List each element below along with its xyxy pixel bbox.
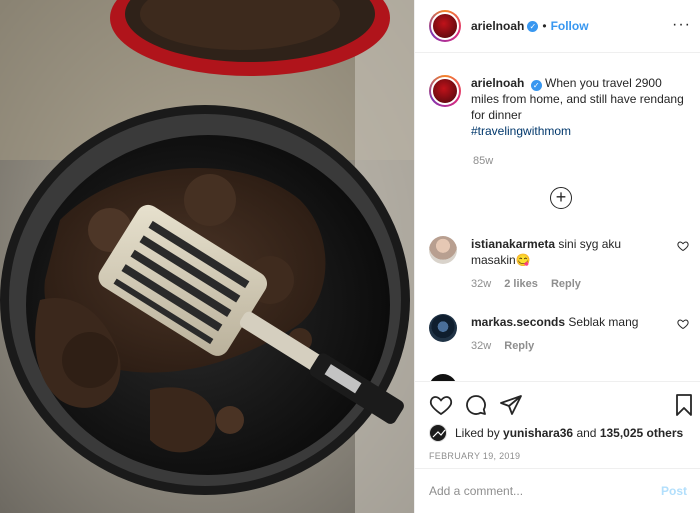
save-bookmark-icon[interactable]	[672, 393, 696, 417]
caption-text-block: arielnoah ✓ When you travel 2900 miles f…	[471, 75, 689, 139]
follow-button[interactable]: Follow	[551, 19, 589, 33]
comment-emoji: 😋	[515, 253, 531, 267]
commenter-username[interactable]: markas.seconds	[471, 315, 565, 329]
share-send-icon[interactable]	[499, 393, 523, 417]
caption-author-avatar[interactable]	[429, 75, 461, 107]
post-actions: Liked by yunishara36 and 135,025 others …	[415, 381, 700, 468]
post-photo[interactable]	[0, 0, 414, 513]
liked-by-prefix: Liked by	[455, 426, 500, 440]
separator-dot: •	[542, 19, 547, 33]
comment-item: markas.seconds Seblak mang 32w Reply	[429, 314, 693, 354]
load-more-comments-icon[interactable]: +	[550, 187, 572, 209]
commenter-avatar[interactable]	[429, 314, 457, 342]
liker-avatar[interactable]	[429, 424, 447, 442]
post-date: FEBRUARY 19, 2019	[429, 451, 521, 461]
more-options-icon[interactable]: ···	[672, 17, 691, 33]
reply-button[interactable]: Reply	[551, 278, 581, 290]
liked-by-and: and	[576, 426, 597, 440]
comment-composer: Post	[415, 468, 700, 513]
comment-text: Seblak mang	[568, 315, 639, 329]
reply-button[interactable]: Reply	[504, 340, 534, 352]
comment-input[interactable]	[429, 484, 661, 498]
author-username[interactable]: arielnoah	[471, 19, 524, 33]
likes-count[interactable]: 135,025 others	[600, 426, 683, 440]
liked-by-user[interactable]: yunishara36	[503, 426, 573, 440]
rendang-pan-image	[0, 0, 414, 513]
author-avatar[interactable]	[429, 10, 461, 42]
commenter-avatar[interactable]	[429, 236, 457, 264]
like-heart-icon[interactable]	[429, 393, 453, 417]
caption-age: 85w	[473, 155, 494, 167]
comment-age: 32w	[471, 278, 492, 290]
comment-age: 32w	[471, 340, 492, 352]
comment-likes[interactable]: 2 likes	[504, 278, 538, 290]
liked-by-row: Liked by yunishara36 and 135,025 others	[429, 424, 683, 442]
post-details-panel: arielnoah ✓ • Follow ··· arielnoah ✓ Whe…	[414, 0, 700, 513]
verified-badge-icon: ✓	[527, 20, 539, 32]
next-comment-avatar-peek	[429, 374, 457, 381]
post-header: arielnoah ✓ • Follow ···	[415, 0, 700, 53]
caption-username[interactable]: arielnoah	[471, 76, 524, 90]
comment-meta: 32w Reply	[471, 338, 661, 354]
comment-bubble-icon[interactable]	[464, 393, 488, 417]
comment-item: istianakarmeta sini syg aku masakin😋 32w…	[429, 236, 693, 292]
comment-meta: 32w 2 likes Reply	[471, 276, 661, 292]
like-comment-heart-icon[interactable]	[677, 240, 689, 252]
post-comment-button[interactable]: Post	[661, 484, 687, 498]
like-comment-heart-icon[interactable]	[677, 318, 689, 330]
caption-verified-badge-icon: ✓	[530, 80, 542, 91]
post-caption: arielnoah ✓ When you travel 2900 miles f…	[429, 75, 689, 139]
commenter-username[interactable]: istianakarmeta	[471, 237, 555, 251]
caption-hashtag[interactable]: #travelingwithmom	[471, 124, 571, 138]
